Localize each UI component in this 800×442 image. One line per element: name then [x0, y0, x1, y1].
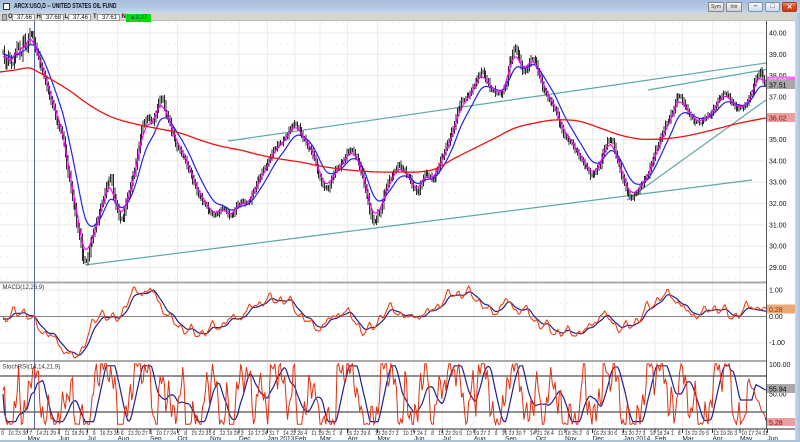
svg-text:26: 26	[727, 431, 733, 437]
svg-text:5.28: 5.28	[769, 420, 783, 427]
svg-text:30.00: 30.00	[769, 244, 787, 251]
svg-text:23: 23	[15, 431, 21, 437]
svg-text:4: 4	[551, 431, 554, 437]
svg-text:29.00: 29.00	[769, 265, 787, 272]
svg-text:17: 17	[255, 431, 261, 437]
svg-text:30: 30	[516, 431, 522, 437]
svg-text:29: 29	[452, 431, 458, 437]
svg-text:31.00: 31.00	[769, 222, 787, 229]
svg-text:9: 9	[586, 431, 589, 437]
svg-text:29: 29	[50, 431, 56, 437]
svg-text:22: 22	[198, 431, 204, 437]
svg-text:16: 16	[100, 431, 106, 437]
svg-text:18: 18	[72, 431, 78, 437]
svg-text:19: 19	[227, 431, 233, 437]
svg-text:39.00: 39.00	[769, 52, 787, 59]
svg-text:0.00: 0.00	[769, 314, 783, 321]
svg-text:11: 11	[558, 431, 563, 437]
svg-text:14: 14	[530, 431, 536, 437]
svg-text:2: 2	[488, 431, 491, 437]
svg-text:24: 24	[170, 431, 176, 437]
svg-text:37.51: 37.51	[769, 83, 787, 90]
svg-text:10: 10	[403, 431, 409, 437]
svg-text:6: 6	[368, 431, 371, 437]
svg-text:5: 5	[459, 431, 462, 437]
svg-text:29: 29	[699, 431, 705, 437]
svg-text:32.00: 32.00	[769, 201, 787, 208]
svg-text:8: 8	[431, 431, 434, 437]
svg-text:3: 3	[396, 431, 399, 437]
svg-text:7: 7	[523, 431, 526, 437]
svg-text:1.00: 1.00	[769, 288, 783, 295]
svg-text:1: 1	[671, 431, 674, 437]
svg-text:6: 6	[614, 431, 617, 437]
svg-text:36.02: 36.02	[769, 116, 787, 123]
svg-text:8: 8	[339, 431, 342, 437]
svg-text:23: 23	[107, 431, 113, 437]
svg-text:20: 20	[135, 431, 141, 437]
svg-text:11: 11	[311, 431, 316, 437]
svg-text:100.00: 100.00	[769, 362, 791, 369]
svg-text:34.00: 34.00	[769, 158, 787, 165]
svg-text:17: 17	[163, 431, 169, 437]
svg-text:30: 30	[607, 431, 613, 437]
svg-text:8: 8	[678, 431, 681, 437]
svg-text:29: 29	[361, 431, 367, 437]
svg-text:9: 9	[495, 431, 498, 437]
svg-text:55.94: 55.94	[769, 387, 787, 394]
svg-text:StochRSI(14,14,21,9): StochRSI(14,14,21,9)	[3, 365, 61, 371]
svg-text:40.00: 40.00	[769, 31, 787, 38]
svg-text:0.28: 0.28	[769, 307, 783, 314]
svg-text:35.00: 35.00	[769, 137, 787, 144]
svg-text:16: 16	[8, 431, 14, 437]
svg-text:33.00: 33.00	[769, 180, 787, 187]
svg-text:12: 12	[466, 431, 472, 437]
svg-text:15: 15	[191, 431, 197, 437]
svg-text:3: 3	[734, 431, 737, 437]
svg-text:-1.00: -1.00	[769, 340, 785, 347]
svg-text:27: 27	[142, 431, 148, 437]
svg-text:MACD(12,26,9): MACD(12,26,9)	[3, 285, 45, 291]
svg-text:1: 1	[332, 431, 335, 437]
svg-text:9: 9	[1, 431, 4, 437]
svg-text:24: 24	[755, 431, 761, 437]
svg-text:21: 21	[43, 431, 49, 437]
svg-text:25: 25	[79, 431, 85, 437]
svg-text:2: 2	[579, 431, 582, 437]
svg-text:5: 5	[706, 431, 709, 437]
svg-text:37.00: 37.00	[769, 95, 787, 102]
